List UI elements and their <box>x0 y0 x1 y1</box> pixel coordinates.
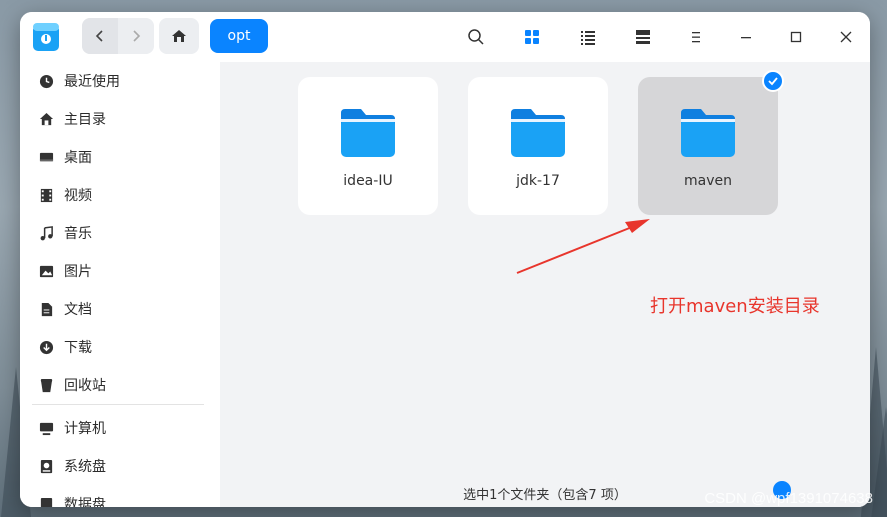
document-icon <box>38 301 54 317</box>
sidebar-item-home[interactable]: 主目录 <box>34 102 210 136</box>
sidebar-item-system-disk[interactable]: 系统盘 <box>34 449 210 483</box>
maximize-button[interactable] <box>781 22 811 52</box>
selected-check-icon <box>762 70 784 92</box>
sidebar-item-documents[interactable]: 文档 <box>34 292 210 326</box>
file-manager-logo-icon <box>33 23 59 51</box>
sidebar-item-label: 数据盘 <box>64 497 106 507</box>
sidebar-item-music[interactable]: 音乐 <box>34 216 210 250</box>
sidebar-divider <box>32 404 204 405</box>
sidebar-item-data-disk[interactable]: 数据盘 <box>34 487 210 507</box>
minimize-icon <box>741 37 751 39</box>
folder-item-selected[interactable]: maven <box>638 77 778 215</box>
desktop-icon <box>38 149 54 165</box>
file-view: idea-IU jdk-17 maven 打开maven安装目录 <box>220 62 870 507</box>
close-button[interactable] <box>831 22 861 52</box>
list-view-icon <box>581 31 595 45</box>
folder-icon <box>341 109 395 157</box>
icon-view-icon <box>525 30 539 44</box>
minimize-button[interactable] <box>731 22 761 52</box>
breadcrumb-opt[interactable]: opt <box>210 19 268 53</box>
sidebar-item-label: 主目录 <box>64 112 106 128</box>
video-icon <box>38 187 54 203</box>
folder-icon <box>511 109 565 157</box>
sidebar-item-desktop[interactable]: 桌面 <box>34 140 210 174</box>
sidebar-item-label: 计算机 <box>64 421 106 437</box>
close-icon <box>840 31 852 43</box>
menu-icon <box>692 32 700 43</box>
home-button[interactable] <box>159 18 199 54</box>
sidebar: 最近使用 主目录 桌面 视频 音乐 图片 文档 下载 回收站 计算机 系统盘 数… <box>20 62 220 507</box>
home-icon <box>38 111 54 127</box>
download-icon <box>38 339 54 355</box>
sidebar-item-label: 音乐 <box>64 226 92 242</box>
watermark: CSDN @wpf1391074638 <box>704 490 873 507</box>
sidebar-item-label: 视频 <box>64 188 92 204</box>
folder-icon <box>681 109 735 157</box>
annotation-text: 打开maven安装目录 <box>650 296 820 317</box>
list-view-button[interactable] <box>573 22 603 52</box>
sidebar-item-videos[interactable]: 视频 <box>34 178 210 212</box>
sidebar-item-label: 回收站 <box>64 378 106 394</box>
main-menu-button[interactable] <box>681 22 711 52</box>
computer-icon <box>38 420 54 436</box>
chevron-left-icon <box>95 30 103 42</box>
sidebar-item-label: 桌面 <box>64 150 92 166</box>
file-manager-window: opt 最近使用 主目录 桌面 视频 音乐 图片 文档 下载 回收站 计算机 系… <box>20 12 870 507</box>
folder-item[interactable]: idea-IU <box>298 77 438 215</box>
sidebar-item-downloads[interactable]: 下载 <box>34 330 210 364</box>
sidebar-item-computer[interactable]: 计算机 <box>34 411 210 445</box>
folder-name: jdk-17 <box>516 173 560 189</box>
details-toggle-icon <box>636 30 650 44</box>
titlebar: opt <box>20 12 870 62</box>
sidebar-item-label: 文档 <box>64 302 92 318</box>
music-icon <box>38 225 54 241</box>
disk-icon <box>38 458 54 474</box>
forward-button[interactable] <box>118 18 154 54</box>
folder-name: idea-IU <box>343 173 393 189</box>
maximize-icon <box>790 31 802 43</box>
folder-name: maven <box>684 173 732 189</box>
sidebar-item-pictures[interactable]: 图片 <box>34 254 210 288</box>
search-button[interactable] <box>461 22 491 52</box>
sidebar-item-label: 系统盘 <box>64 459 106 475</box>
sidebar-item-label: 下载 <box>64 340 92 356</box>
sidebar-item-label: 图片 <box>64 264 92 280</box>
search-icon <box>468 29 484 45</box>
sidebar-item-trash[interactable]: 回收站 <box>34 368 210 402</box>
sidebar-item-label: 最近使用 <box>64 74 120 90</box>
disk-icon <box>38 496 54 507</box>
trash-icon <box>38 377 54 393</box>
clock-icon <box>38 73 54 89</box>
folder-item[interactable]: jdk-17 <box>468 77 608 215</box>
details-toggle-button[interactable] <box>628 22 658 52</box>
sidebar-item-recent[interactable]: 最近使用 <box>34 64 210 98</box>
picture-icon <box>38 263 54 279</box>
navigation-group <box>82 18 154 54</box>
icon-view-button[interactable] <box>517 22 547 52</box>
back-button[interactable] <box>82 18 118 54</box>
chevron-right-icon <box>133 30 141 42</box>
home-icon <box>172 30 186 42</box>
